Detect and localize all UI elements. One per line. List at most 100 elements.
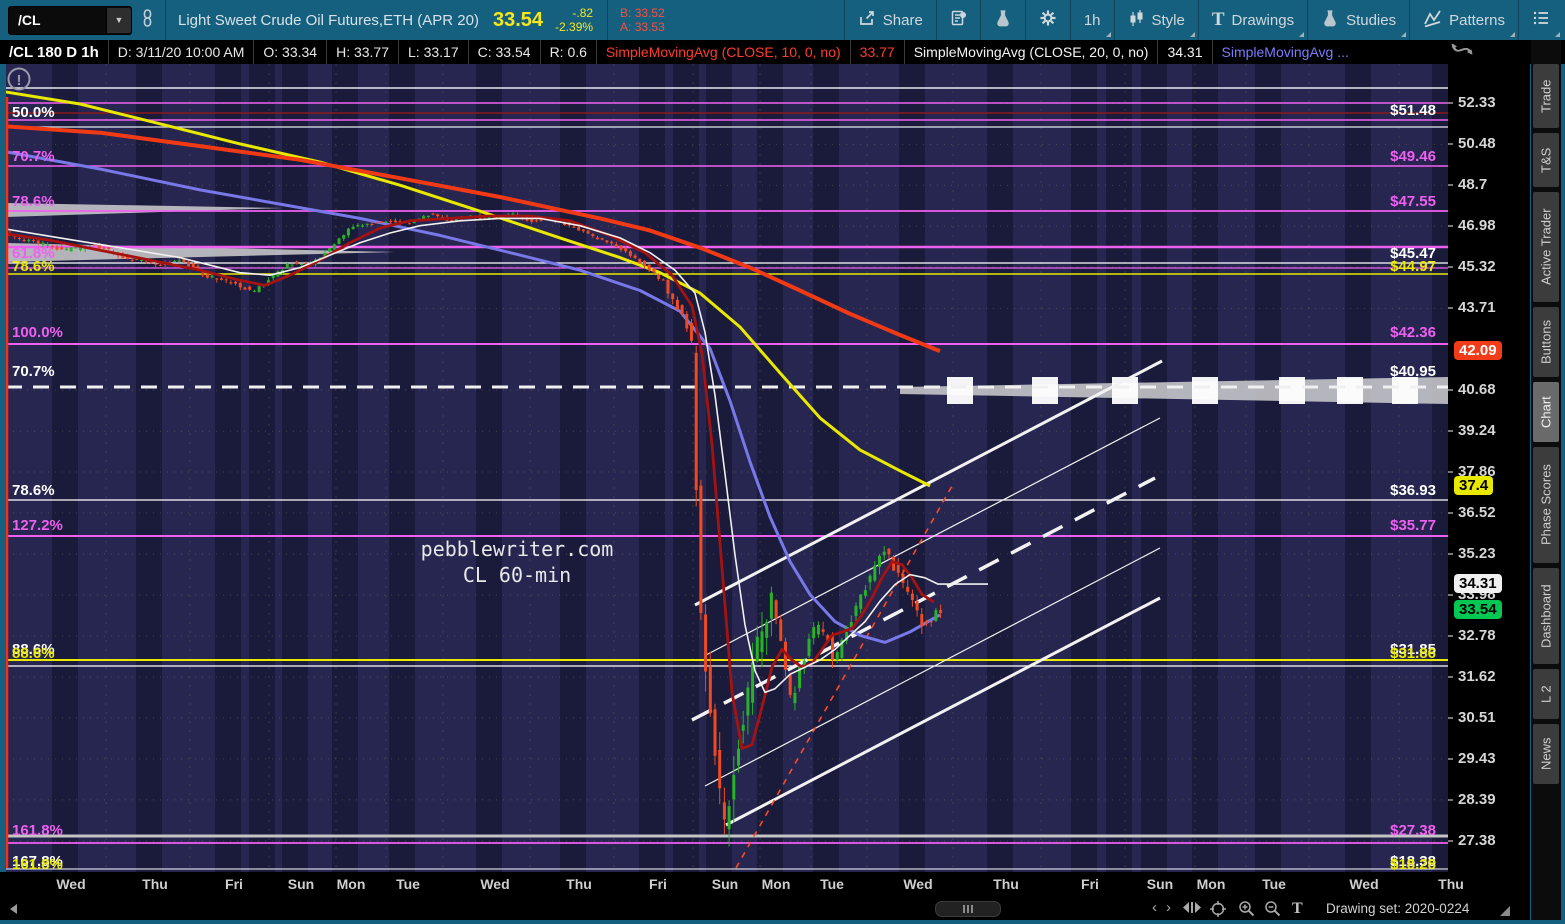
svg-text:$35.77: $35.77: [1390, 517, 1436, 534]
chart-info-bar: /CL 180 D 1h D: 3/11/20 10:00 AM O: 33.3…: [0, 40, 1565, 64]
time-axis[interactable]: Wed Thu Fri Sun Mon Tue Wed Thu Fri Sun Mon Tue Wed T…: [0, 872, 1530, 898]
sidebar-tab-phase-scores[interactable]: Phase Scores: [1533, 447, 1559, 563]
candle: [614, 244, 618, 248]
candle: [765, 621, 769, 638]
change-abs: -.82: [572, 6, 594, 20]
sidebar-tab-t-s[interactable]: T&S: [1533, 133, 1559, 187]
axis-tick-mark: [1448, 757, 1453, 760]
auto-scale-icon[interactable]: [1450, 42, 1474, 67]
price-chart[interactable]: 50.0%70.7%78.6%61.8%78.6%100.0%70.7%78.6…: [0, 64, 1487, 873]
price-tick-label: 30.51: [1458, 708, 1496, 726]
sidebar-tab-l-2[interactable]: L 2: [1533, 669, 1559, 719]
candle: [746, 687, 750, 716]
candle: [718, 749, 722, 789]
patterns-button[interactable]: Patterns: [1410, 0, 1518, 40]
candle: [177, 260, 181, 262]
step-back-icon[interactable]: ‹: [1152, 899, 1157, 916]
ask-value: A: 33.53: [620, 20, 665, 34]
sidebar-tab-buttons[interactable]: Buttons: [1533, 307, 1559, 377]
candle: [727, 806, 731, 830]
share-button[interactable]: Share: [845, 0, 936, 40]
timeframe-button[interactable]: 1h: [1071, 0, 1114, 40]
price-tick-label: 35.23: [1458, 544, 1496, 562]
svg-text:$47.55: $47.55: [1390, 193, 1436, 210]
axis-tick-mark: [1448, 225, 1453, 228]
resize-handle-icon[interactable]: [1500, 906, 1510, 916]
candle: [342, 235, 346, 239]
candle: [619, 245, 623, 251]
symbol-input[interactable]: /CL ▼: [8, 5, 132, 35]
axis-tick-mark: [1448, 102, 1453, 105]
candle: [671, 293, 675, 300]
step-forward-icon[interactable]: ›: [1166, 899, 1171, 916]
candle: [666, 279, 670, 294]
sidebar-tab-trade[interactable]: Trade: [1533, 64, 1559, 128]
svg-text:$42.36: $42.36: [1390, 324, 1436, 341]
svg-text:$31.86: $31.86: [1390, 645, 1436, 662]
candle: [694, 352, 698, 491]
sidebar-tab-active-trader[interactable]: Active Trader: [1533, 192, 1559, 302]
axis-tick-mark: [1448, 470, 1453, 473]
chart-area[interactable]: 50.0% 70.7% 78.6% 61.8% 78.6% 100.0% 70.7% 78.6…: [0, 64, 1487, 873]
zoom-out-icon[interactable]: [1264, 900, 1281, 921]
style-button[interactable]: Style: [1115, 0, 1198, 40]
candle: [704, 614, 708, 672]
chart-style-icon: [1128, 9, 1145, 31]
candle: [835, 652, 839, 660]
candle: [657, 274, 661, 279]
candle: [252, 290, 256, 292]
symbol-dropdown-icon[interactable]: ▼: [106, 7, 131, 33]
drawings-button[interactable]: T Drawings: [1199, 0, 1307, 40]
study-sma20-label[interactable]: SimpleMovingAvg (CLOSE, 20, 0, no): [905, 40, 1159, 64]
candle: [685, 313, 689, 329]
zoom-in-icon[interactable]: [1238, 900, 1255, 921]
candle: [234, 281, 238, 284]
candle: [751, 662, 755, 703]
study-sma10-label[interactable]: SimpleMovingAvg (CLOSE, 10, 0, no): [597, 40, 851, 64]
candle: [596, 237, 599, 240]
list-menu-icon: [1532, 10, 1550, 30]
candle: [36, 240, 40, 244]
price-tick-label: 29.43: [1458, 749, 1496, 767]
time-axis-label: Mon: [336, 876, 366, 892]
bid-value: B: 33.52: [620, 6, 665, 20]
chart-menu-button[interactable]: [1519, 0, 1563, 40]
candle: [591, 234, 595, 236]
notes-button[interactable]: [937, 0, 980, 40]
sidebar-tab-chart[interactable]: Chart: [1533, 382, 1559, 442]
studies-button[interactable]: Studies: [1308, 0, 1409, 40]
time-axis-label: Fri: [225, 876, 243, 892]
candle: [69, 247, 73, 252]
axis-tick-mark: [1448, 430, 1453, 433]
candle: [346, 228, 350, 236]
analysis-flask-button[interactable]: [981, 0, 1025, 40]
chart-scrollbar[interactable]: [935, 901, 1001, 917]
time-axis-label: Wed: [56, 876, 86, 892]
study-sma3-label[interactable]: SimpleMovingAvg ...: [1213, 40, 1358, 64]
candle: [243, 287, 247, 290]
candle: [732, 774, 736, 800]
crosshair-icon[interactable]: [1210, 901, 1226, 921]
axis-tick-mark: [1448, 552, 1453, 555]
candle: [60, 247, 64, 250]
candle: [332, 244, 336, 250]
field-low: L: 33.17: [399, 40, 469, 64]
candle: [285, 263, 289, 269]
price-axis[interactable]: 52.33 50.48 48.7 46.98 45.32 43.71 40.68 39.24 3…: [1448, 64, 1530, 872]
sidebar-tab-dashboard[interactable]: Dashboard: [1533, 568, 1559, 664]
candle: [384, 221, 388, 223]
settings-button[interactable]: [1026, 0, 1070, 40]
link-icon[interactable]: [140, 8, 155, 32]
pan-left-arrow-icon[interactable]: [10, 904, 17, 914]
candle: [863, 590, 867, 596]
candle: [436, 214, 440, 217]
candle: [295, 261, 299, 264]
sidebar-tab-news[interactable]: News: [1533, 724, 1559, 784]
chart-info-icon[interactable]: !: [7, 67, 31, 91]
svg-text:$18.28: $18.28: [1390, 856, 1436, 872]
price-tick-label: 40.68: [1458, 381, 1496, 399]
drawing-set-label[interactable]: Drawing set: 2020-0224: [1326, 901, 1469, 916]
candle: [27, 239, 31, 241]
fit-width-icon[interactable]: [1183, 901, 1201, 918]
text-note-icon[interactable]: T: [1292, 900, 1303, 918]
